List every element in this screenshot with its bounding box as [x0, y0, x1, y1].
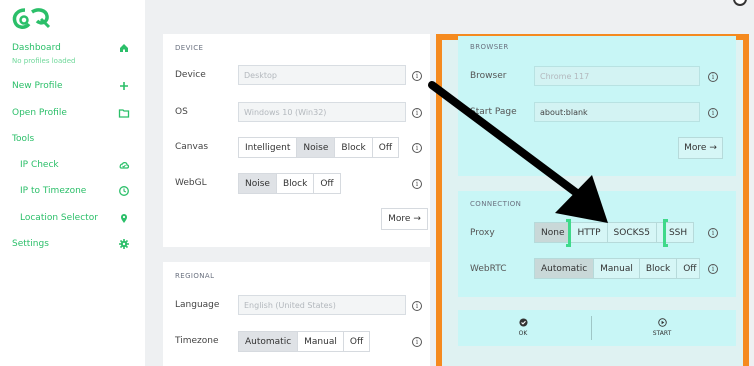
ok-label: OK [518, 330, 528, 337]
sidebar-item-ip-check[interactable]: IP Check [20, 156, 130, 174]
info-icon[interactable]: i [412, 337, 422, 347]
sidebar-item-location-selector[interactable]: Location Selector [20, 209, 130, 227]
home-icon [120, 44, 128, 52]
sidebar-item-label: Settings [12, 239, 49, 249]
canvas-option-noise[interactable]: Noise [297, 138, 336, 157]
regional-panel: REGIONAL Language English (United States… [163, 262, 430, 366]
webrtc-label: WebRTC [470, 264, 507, 274]
account-email [580, 0, 730, 2]
start-label: START [652, 330, 672, 337]
action-bar: OK START [458, 310, 736, 346]
app-window: Dashboard No profiles loaded New Profile… [0, 0, 754, 366]
device-panel: DEVICE Device Desktop i OS Windows 10 (W… [163, 34, 430, 247]
info-icon[interactable]: i [708, 264, 718, 274]
canvas-option-block[interactable]: Block [335, 138, 373, 157]
app-logo [12, 8, 51, 29]
os-field[interactable]: Windows 10 (Win32) [238, 102, 406, 122]
plus-icon [120, 82, 128, 90]
webgl-option-noise[interactable]: Noise [239, 174, 277, 193]
webgl-label: WebGL [175, 178, 207, 188]
timezone-label: Timezone [175, 336, 219, 346]
divider [591, 316, 592, 340]
canvas-label: Canvas [175, 142, 209, 152]
sidebar: Dashboard No profiles loaded New Profile… [0, 0, 145, 366]
sidebar-item-label: New Profile [12, 81, 63, 91]
section-title: REGIONAL [175, 272, 215, 280]
annotation-arrow-icon [428, 81, 608, 223]
sidebar-item-label: IP Check [20, 160, 59, 170]
info-icon[interactable]: i [708, 228, 718, 238]
canvas-option-intelligent[interactable]: Intelligent [239, 138, 298, 157]
timezone-option-off[interactable]: Off [344, 332, 369, 351]
annotation-bracket-right [663, 219, 668, 247]
info-icon[interactable]: i [708, 72, 718, 82]
sidebar-item-new-profile[interactable]: New Profile [12, 77, 130, 95]
webrtc-segmented-control: Automatic Manual Block Off [534, 258, 700, 279]
language-field[interactable]: English (United States) [238, 295, 406, 315]
start-button[interactable]: START [647, 318, 677, 337]
section-title: DEVICE [175, 44, 204, 52]
timezone-segmented-control: Automatic Manual Off [238, 331, 371, 352]
language-label: Language [175, 300, 220, 310]
device-field[interactable]: Desktop [238, 65, 406, 85]
webgl-segmented-control: Noise Block Off [238, 173, 341, 194]
info-icon[interactable]: i [708, 108, 718, 118]
canvas-option-off[interactable]: Off [373, 138, 398, 157]
device-label: Device [175, 70, 206, 80]
canvas-segmented-control: Intelligent Noise Block Off [238, 137, 400, 158]
sidebar-item-dashboard[interactable]: Dashboard [12, 39, 130, 57]
webrtc-option-automatic[interactable]: Automatic [535, 259, 595, 278]
clock-icon [119, 186, 129, 196]
cloud-check-icon [119, 162, 130, 169]
sidebar-item-label: Dashboard [12, 43, 61, 53]
section-title: BROWSER [470, 43, 509, 51]
webrtc-option-manual[interactable]: Manual [594, 259, 640, 278]
os-label: OS [175, 107, 188, 117]
sidebar-item-label: Open Profile [12, 108, 67, 118]
sidebar-item-label: Location Selector [20, 213, 98, 223]
ok-button[interactable]: OK [508, 318, 538, 337]
sidebar-item-label: IP to Timezone [20, 186, 87, 196]
browser-more-button[interactable]: More → [678, 137, 723, 159]
folder-icon [118, 109, 130, 118]
avatar[interactable] [733, 0, 747, 6]
check-circle-icon [518, 318, 528, 327]
webgl-option-off[interactable]: Off [314, 174, 339, 193]
play-circle-icon [657, 318, 667, 327]
gear-icon [119, 239, 129, 249]
webgl-option-block[interactable]: Block [277, 174, 315, 193]
timezone-option-automatic[interactable]: Automatic [239, 332, 299, 351]
sidebar-item-label: Tools [12, 134, 35, 144]
sidebar-item-ip-to-timezone[interactable]: IP to Timezone [20, 182, 130, 200]
sidebar-item-settings[interactable]: Settings [12, 235, 130, 253]
sidebar-item-tools[interactable]: Tools [12, 130, 130, 148]
webrtc-option-block[interactable]: Block [640, 259, 678, 278]
location-pin-icon [121, 214, 127, 223]
webrtc-option-off[interactable]: Off [677, 259, 698, 278]
sidebar-item-open-profile[interactable]: Open Profile [12, 104, 130, 122]
dashboard-status: No profiles loaded [12, 57, 76, 65]
info-icon[interactable]: i [412, 301, 422, 311]
timezone-option-manual[interactable]: Manual [298, 332, 344, 351]
